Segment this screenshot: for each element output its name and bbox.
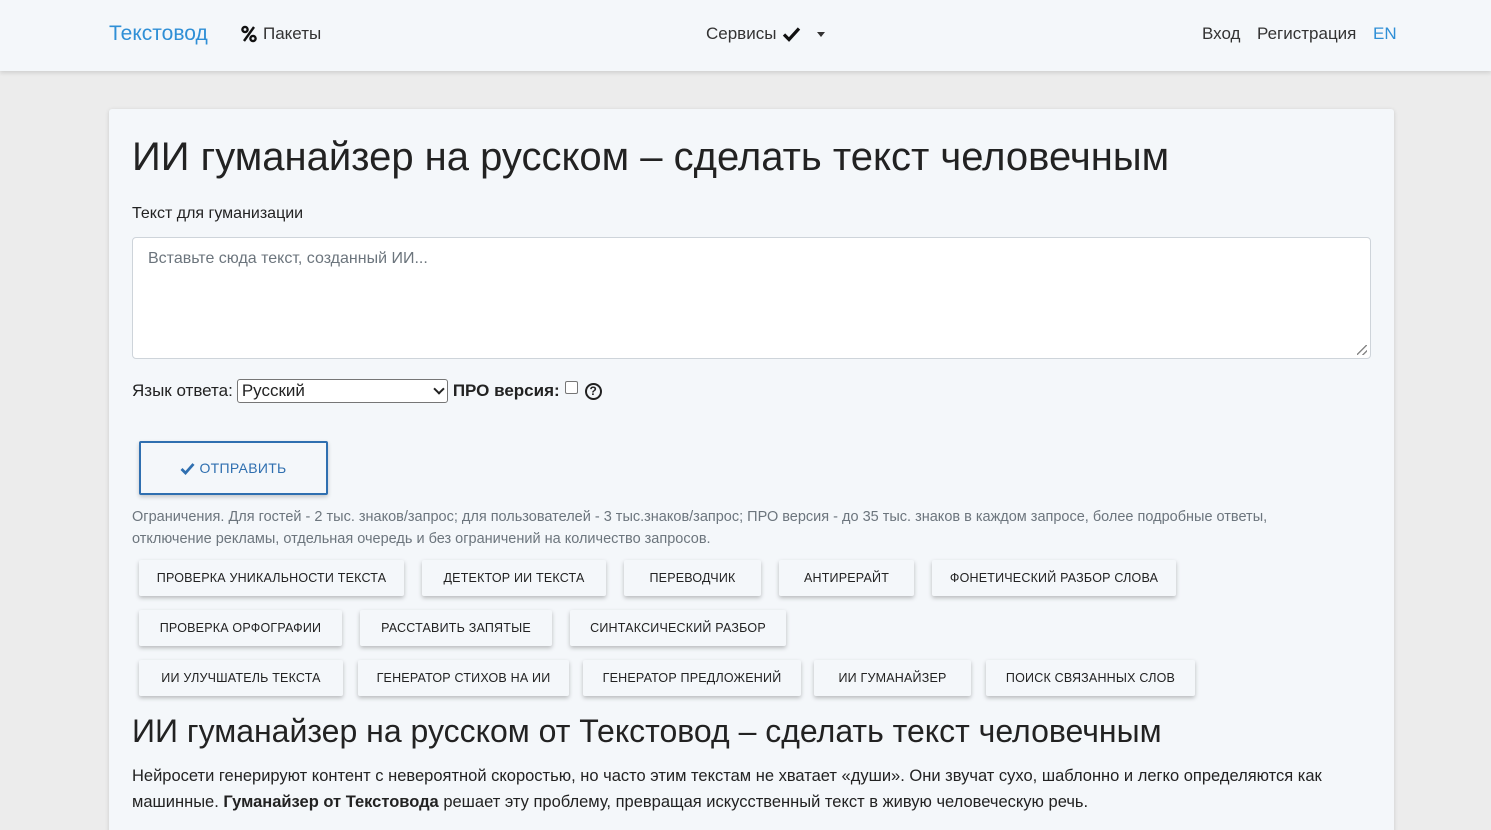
top-navbar: Текстовод Пакеты Сервисы Вход Регистраци… xyxy=(0,0,1491,71)
check-icon xyxy=(783,27,801,42)
service-button-poem-generator[interactable]: ГЕНЕРАТОР СТИХОВ НА ИИ xyxy=(358,660,569,696)
response-lang-label: Язык ответа: xyxy=(132,381,233,400)
article-paragraph: Нейросети генерируют контент с невероятн… xyxy=(132,763,1352,815)
service-button-ai-improver[interactable]: ИИ УЛУЧШАТЕЛЬ ТЕКСТА xyxy=(139,660,343,696)
service-button-commas[interactable]: РАССТАВИТЬ ЗАПЯТЫЕ xyxy=(360,610,552,646)
chevron-down-icon xyxy=(433,383,445,395)
nav-lang-switch[interactable]: EN xyxy=(1373,24,1397,44)
nav-packages-link[interactable]: Пакеты xyxy=(241,24,321,44)
pro-version-checkbox[interactable] xyxy=(564,380,578,394)
service-button-sentence-generator[interactable]: ГЕНЕРАТОР ПРЕДЛОЖЕНИЙ xyxy=(583,660,801,696)
submit-button[interactable]: ОТПРАВИТЬ xyxy=(139,441,328,495)
options-row: Язык ответа: Русский ПРО версия: ? xyxy=(132,379,602,403)
text-field-label: Текст для гуманизации xyxy=(132,205,304,222)
main-card: ИИ гуманайзер на русском – сделать текст… xyxy=(109,109,1394,830)
nav-register-link[interactable]: Регистрация xyxy=(1257,24,1356,44)
service-button-syntax[interactable]: СИНТАКСИЧЕСКИЙ РАЗБОР xyxy=(570,610,786,646)
nav-services-dropdown[interactable]: Сервисы xyxy=(706,24,826,44)
response-lang-select[interactable]: Русский xyxy=(236,379,448,403)
service-button-related-words[interactable]: ПОИСК СВЯЗАННЫХ СЛОВ xyxy=(986,660,1195,696)
service-button-spelling[interactable]: ПРОВЕРКА ОРФОГРАФИИ xyxy=(139,610,342,646)
chevron-down-icon xyxy=(817,31,826,37)
service-button-ai-detector[interactable]: ДЕТЕКТОР ИИ ТЕКСТА xyxy=(422,560,606,596)
service-button-antirewrite[interactable]: АНТИРЕРАЙТ xyxy=(779,560,914,596)
question-help-icon[interactable]: ? xyxy=(584,382,602,400)
response-lang-value: Русский xyxy=(241,381,305,400)
nav-packages-label: Пакеты xyxy=(263,24,322,43)
article-title: ИИ гуманайзер на русском от Текстовод – … xyxy=(132,713,1162,749)
service-button-uniqueness[interactable]: ПРОВЕРКА УНИКАЛЬНОСТИ ТЕКСТА xyxy=(139,560,404,596)
pro-version-label: ПРО версия: xyxy=(452,381,560,400)
resize-grip-icon[interactable] xyxy=(1357,345,1367,355)
service-button-ai-humanizer[interactable]: ИИ ГУМАНАЙЗЕР xyxy=(814,660,971,696)
nav-services-label: Сервисы xyxy=(706,24,777,43)
limits-note: Ограничения. Для гостей - 2 тыс. знаков/… xyxy=(132,509,1268,547)
check-icon xyxy=(180,462,195,475)
submit-label: ОТПРАВИТЬ xyxy=(199,460,287,476)
percent-icon xyxy=(241,25,257,43)
article-text-bold: Гуманайзер от Текстовода xyxy=(223,793,439,811)
page-title: ИИ гуманайзер на русском – сделать текст… xyxy=(132,135,1170,179)
service-button-phonetic[interactable]: ФОНЕТИЧЕСКИЙ РАЗБОР СЛОВА xyxy=(932,560,1176,596)
humanize-text-input[interactable] xyxy=(132,237,1371,359)
brand-logo-link[interactable]: Текстовод xyxy=(109,22,208,46)
article-text-end: решает эту проблему, превращая искусстве… xyxy=(438,793,1089,811)
service-button-translator[interactable]: ПЕРЕВОДЧИК xyxy=(624,560,761,596)
nav-login-link[interactable]: Вход xyxy=(1202,24,1240,44)
